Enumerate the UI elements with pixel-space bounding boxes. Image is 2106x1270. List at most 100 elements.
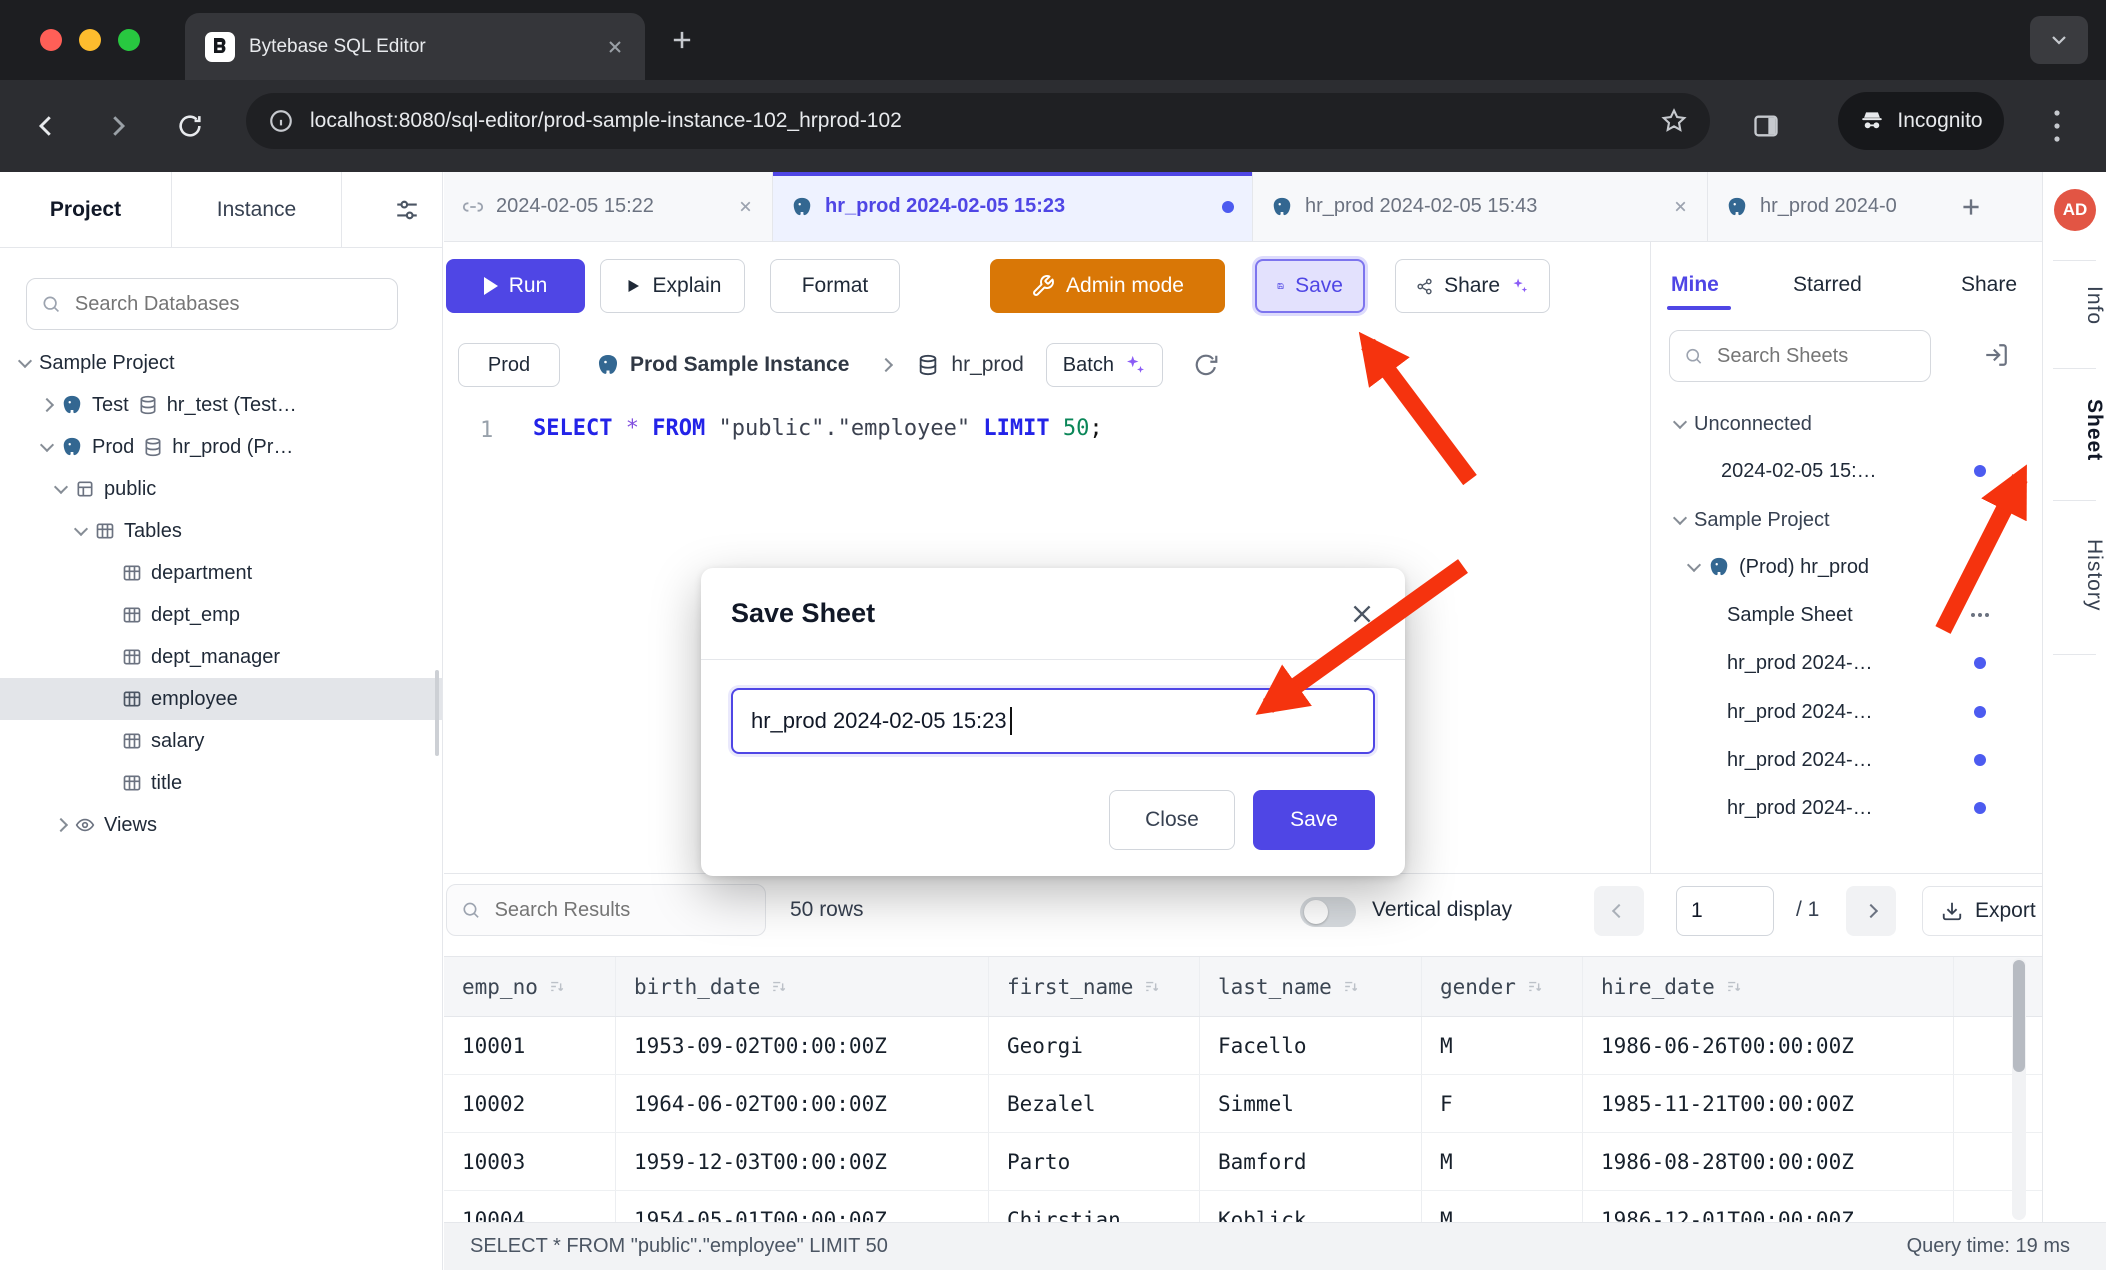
save-button[interactable]: Save <box>1255 259 1365 313</box>
tab-project[interactable]: Project <box>0 172 172 247</box>
results-scrollbar[interactable] <box>2012 958 2026 1220</box>
sort-icon[interactable] <box>1526 977 1545 996</box>
maximize-window-button[interactable] <box>118 29 140 51</box>
url-text[interactable]: localhost:8080/sql-editor/prod-sample-in… <box>310 109 1644 133</box>
sheet-item[interactable]: 2024-02-05 15:… <box>1651 451 2042 491</box>
column-header[interactable]: last_name <box>1200 957 1422 1016</box>
run-button[interactable]: Run <box>446 259 585 313</box>
database-name[interactable]: hr_prod <box>951 353 1023 377</box>
site-info-icon[interactable] <box>268 108 294 134</box>
prev-page-button[interactable] <box>1594 886 1644 936</box>
scrollbar-thumb[interactable] <box>2013 960 2025 1072</box>
tree-item-table[interactable]: dept_manager <box>0 636 442 678</box>
sheet-search-input[interactable] <box>1715 344 1916 369</box>
close-icon[interactable] <box>1349 601 1375 627</box>
reload-button[interactable] <box>168 104 212 148</box>
table-row[interactable]: 10004 1954-05-01T00:00:00Z Chirstian Kob… <box>444 1191 2042 1222</box>
editor-tab-active[interactable]: hr_prod 2024-02-05 15:23 <box>773 172 1253 241</box>
column-header[interactable]: emp_no <box>444 957 616 1016</box>
tree-item-views-group[interactable]: Views <box>0 804 442 846</box>
sheet-group-project[interactable]: Sample Project <box>1651 500 2042 540</box>
new-tab-button[interactable] <box>668 26 696 54</box>
minimize-window-button[interactable] <box>79 29 101 51</box>
sheet-item-sample[interactable]: Sample Sheet <box>1651 595 2042 635</box>
sheet-connection[interactable]: (Prod) hr_prod <box>1651 547 2042 587</box>
environment-chip[interactable]: Prod <box>458 343 560 387</box>
sort-icon[interactable] <box>548 977 567 996</box>
share-button[interactable]: Share <box>1395 259 1550 313</box>
column-header[interactable]: birth_date <box>616 957 989 1016</box>
tab-history[interactable]: History <box>2043 520 2106 630</box>
editor-tab[interactable]: hr_prod 2024-0 <box>1708 172 1944 241</box>
tab-sheet[interactable]: Sheet <box>2043 387 2106 473</box>
close-icon[interactable] <box>1672 198 1689 215</box>
save-confirm-button[interactable]: Save <box>1253 790 1375 850</box>
export-button[interactable]: Export <box>1922 886 2055 936</box>
sort-icon[interactable] <box>1725 977 1744 996</box>
browser-tab[interactable]: Bytebase SQL Editor <box>185 13 645 80</box>
tree-item-test-database[interactable]: Test hr_test (Test… <box>0 384 442 426</box>
sheet-search[interactable] <box>1669 330 1931 382</box>
table-row[interactable]: 10002 1964-06-02T00:00:00Z Bezalel Simme… <box>444 1075 2042 1133</box>
tree-item-tables-group[interactable]: Tables <box>0 510 442 552</box>
tab-instance[interactable]: Instance <box>172 172 342 247</box>
table-row[interactable]: 10001 1953-09-02T00:00:00Z Georgi Facell… <box>444 1017 2042 1075</box>
collapse-panel-icon[interactable] <box>1983 342 2009 368</box>
tree-item-table-selected[interactable]: employee <box>0 678 442 720</box>
forward-button[interactable] <box>96 104 140 148</box>
sheet-item[interactable]: hr_prod 2024-… <box>1651 692 2042 732</box>
column-header[interactable]: gender <box>1422 957 1583 1016</box>
tree-item-table[interactable]: department <box>0 552 442 594</box>
bookmark-star-icon[interactable] <box>1660 107 1688 135</box>
editor-tab[interactable]: hr_prod 2024-02-05 15:43 <box>1253 172 1708 241</box>
tree-item-project[interactable]: Sample Project <box>0 342 442 384</box>
column-header[interactable]: hire_date <box>1583 957 1954 1016</box>
database-search[interactable] <box>26 278 398 330</box>
next-page-button[interactable] <box>1846 886 1896 936</box>
vertical-display-toggle[interactable] <box>1300 897 1356 927</box>
url-bar[interactable]: localhost:8080/sql-editor/prod-sample-in… <box>246 93 1710 149</box>
tab-info[interactable]: Info <box>2043 274 2106 338</box>
close-window-button[interactable] <box>40 29 62 51</box>
sheet-group-unconnected[interactable]: Unconnected <box>1651 404 2042 444</box>
sort-icon[interactable] <box>1342 977 1361 996</box>
tree-item-table[interactable]: title <box>0 762 442 804</box>
tab-mine[interactable]: Mine <box>1671 273 1719 297</box>
close-tab-icon[interactable] <box>605 37 625 57</box>
instance-name[interactable]: Prod Sample Instance <box>630 353 849 377</box>
explain-button[interactable]: Explain <box>600 259 745 313</box>
format-button[interactable]: Format <box>770 259 900 313</box>
column-header[interactable]: first_name <box>989 957 1200 1016</box>
admin-mode-button[interactable]: Admin mode <box>990 259 1225 313</box>
results-search-input[interactable] <box>493 898 751 923</box>
back-button[interactable] <box>24 104 68 148</box>
browser-menu-button[interactable] <box>2044 104 2070 148</box>
refresh-icon[interactable] <box>1193 352 1219 378</box>
editor-tab-connection[interactable]: 2024-02-05 15:22 <box>444 172 773 241</box>
tree-item-prod-database[interactable]: Prod hr_prod (Pr… <box>0 426 442 468</box>
sheet-item[interactable]: hr_prod 2024-… <box>1651 740 2042 780</box>
sort-icon[interactable] <box>1143 977 1162 996</box>
page-number-input[interactable] <box>1676 886 1774 936</box>
sort-icon[interactable] <box>770 977 789 996</box>
tree-item-table[interactable]: dept_emp <box>0 594 442 636</box>
batch-button[interactable]: Batch <box>1046 343 1163 387</box>
close-icon[interactable] <box>737 198 754 215</box>
sheet-item[interactable]: hr_prod 2024-… <box>1651 788 2042 828</box>
tab-search-button[interactable] <box>2030 16 2088 64</box>
tab-starred[interactable]: Starred <box>1793 273 1862 297</box>
table-row[interactable]: 10003 1959-12-03T00:00:00Z Parto Bamford… <box>444 1133 2042 1191</box>
close-button[interactable]: Close <box>1109 790 1235 850</box>
tree-item-schema-public[interactable]: public <box>0 468 442 510</box>
avatar[interactable]: AD <box>2054 189 2096 231</box>
new-sheet-tab-button[interactable] <box>1944 172 1998 241</box>
results-search[interactable] <box>446 884 766 936</box>
database-search-input[interactable] <box>73 292 383 317</box>
sql-editor-line[interactable]: SELECT * FROM "public"."employee" LIMIT … <box>533 416 1103 441</box>
sidebar-filter-button[interactable] <box>372 172 442 247</box>
sidebar-resizer-handle[interactable] <box>435 670 439 756</box>
sheet-name-input[interactable]: hr_prod 2024-02-05 15:23 <box>731 688 1375 754</box>
more-menu-icon[interactable] <box>1968 603 1992 627</box>
tree-item-table[interactable]: salary <box>0 720 442 762</box>
sheet-item[interactable]: hr_prod 2024-… <box>1651 643 2042 683</box>
